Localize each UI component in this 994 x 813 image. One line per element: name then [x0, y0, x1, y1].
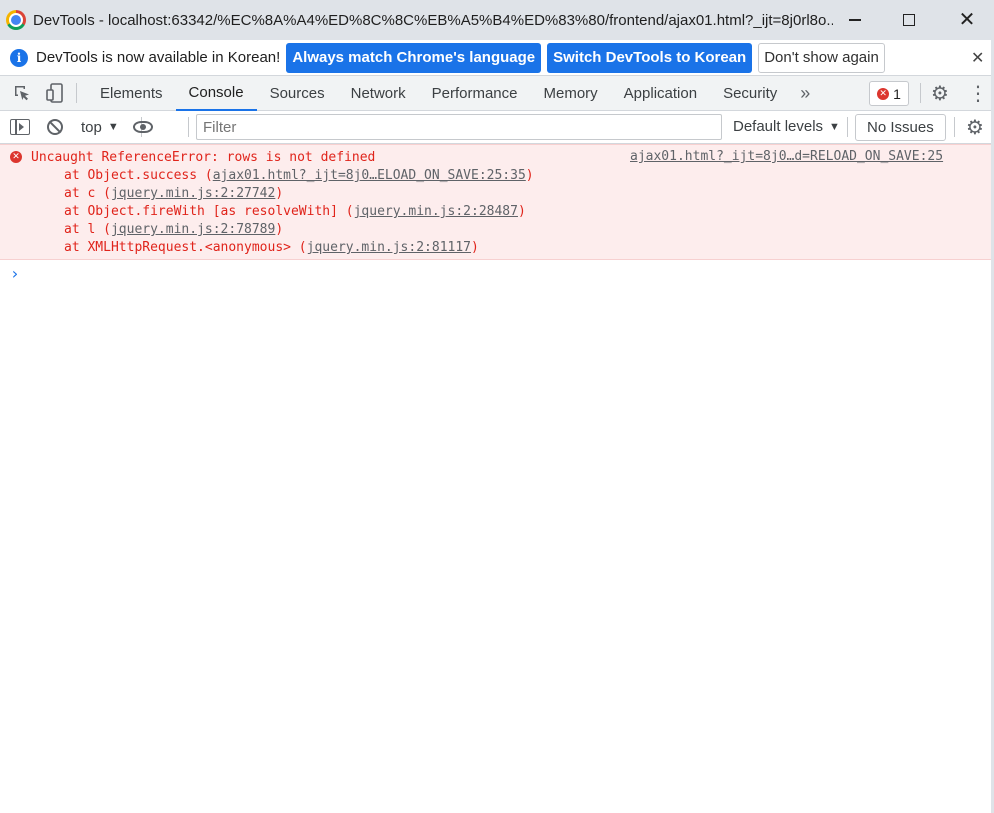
console-prompt-icon[interactable]: › [10, 264, 20, 283]
chrome-logo-icon [6, 10, 26, 30]
stack-frame-link[interactable]: jquery.min.js:2:81117 [307, 240, 471, 255]
stack-frame-text: ) [517, 204, 526, 219]
window-titlebar: DevTools - localhost:63342/%EC%8A%A4%ED%… [0, 0, 994, 40]
stack-frame-text: ) [525, 168, 534, 183]
dont-show-again-button[interactable]: Don't show again [758, 42, 885, 73]
settings-gear-icon[interactable]: ⚙ [931, 81, 949, 106]
console-toolbar: top ▼ Default levels ▼ No Issues ⚙ [0, 111, 994, 144]
stack-frame: at XMLHttpRequest.<anonymous> (jquery.mi… [0, 239, 994, 257]
stack-frame: at c (jquery.min.js:2:27742) [0, 185, 994, 203]
tab-network[interactable]: Network [338, 76, 419, 111]
stack-frame-link[interactable]: jquery.min.js:2:27742 [111, 186, 275, 201]
stack-frame-text: ) [275, 186, 284, 201]
toolbar-divider [954, 117, 955, 137]
info-icon: i [10, 48, 28, 67]
toolbar-divider [920, 83, 921, 103]
match-language-button[interactable]: Always match Chrome's language [286, 42, 542, 73]
stack-frame-link[interactable]: jquery.min.js:2:28487 [354, 204, 518, 219]
stack-frame-text: at XMLHttpRequest.<anonymous> ( [64, 240, 307, 255]
toolbar-divider [847, 117, 848, 137]
minimize-icon [849, 19, 861, 21]
stack-frame-text: ) [471, 240, 479, 255]
window-title: DevTools - localhost:63342/%EC%8A%A4%ED%… [33, 11, 833, 29]
chevron-down-icon: ▼ [107, 121, 119, 133]
stack-frame: at Object.fireWith [as resolveWith] (jqu… [0, 203, 994, 221]
stack-frame-link[interactable]: ajax01.html?_ijt=8j0…ELOAD_ON_SAVE:25:35 [213, 168, 526, 183]
maximize-icon [903, 14, 915, 26]
chevron-down-icon: ▼ [829, 120, 840, 133]
tab-performance[interactable]: Performance [419, 76, 531, 111]
stack-frame-text: at Object.fireWith [as resolveWith] ( [64, 204, 354, 219]
tab-sources[interactable]: Sources [257, 76, 338, 111]
language-infobar: i DevTools is now available in Korean! A… [0, 40, 994, 76]
context-label: top [81, 118, 102, 136]
more-options-icon[interactable]: ⋮ [968, 81, 988, 106]
maximize-button[interactable] [880, 0, 938, 40]
tab-security[interactable]: Security [710, 76, 790, 111]
error-counter-button[interactable]: ✕ 1 [869, 81, 909, 106]
live-expression-eye-icon[interactable] [132, 121, 153, 133]
error-source-link[interactable]: ajax01.html?_ijt=8j0…d=RELOAD_ON_SAVE:25 [630, 149, 943, 164]
inspect-element-icon[interactable] [11, 82, 33, 104]
stack-frame: at Object.success (ajax01.html?_ijt=8j0…… [0, 167, 994, 185]
infobar-close-icon[interactable]: ✕ [971, 48, 984, 68]
clear-console-icon[interactable] [47, 119, 63, 135]
log-levels-dropdown[interactable]: Default levels ▼ [733, 118, 840, 135]
devtools-tabbar: Elements Console Sources Network Perform… [0, 76, 994, 111]
console-output[interactable]: ✕ Uncaught ReferenceError: rows is not d… [0, 144, 994, 813]
tab-application[interactable]: Application [611, 76, 710, 111]
close-window-button[interactable]: ✕ [938, 0, 994, 40]
switch-korean-button[interactable]: Switch DevTools to Korean [547, 42, 753, 73]
tab-console[interactable]: Console [175, 76, 257, 111]
device-toolbar-icon[interactable] [44, 82, 66, 104]
error-message-block: ✕ Uncaught ReferenceError: rows is not d… [0, 144, 994, 260]
toolbar-divider [76, 83, 77, 103]
tab-memory[interactable]: Memory [531, 76, 611, 111]
tab-elements[interactable]: Elements [87, 76, 176, 111]
stack-frame-text: at l ( [64, 222, 111, 237]
issues-button[interactable]: No Issues [855, 114, 946, 141]
stack-frame: at l (jquery.min.js:2:78789) [0, 221, 994, 239]
error-count: 1 [893, 85, 901, 102]
context-selector[interactable]: top ▼ [81, 119, 119, 136]
more-tabs-icon[interactable]: » [800, 83, 810, 104]
error-icon: ✕ [877, 87, 890, 100]
levels-label: Default levels [733, 118, 824, 135]
toolbar-divider [188, 117, 189, 137]
console-sidebar-icon[interactable] [10, 119, 30, 135]
infobar-message: DevTools is now available in Korean! [36, 49, 281, 66]
minimize-button[interactable] [826, 0, 884, 40]
stack-frame-text: at c ( [64, 186, 111, 201]
filter-input[interactable] [196, 114, 722, 140]
error-icon: ✕ [10, 151, 22, 163]
stack-frame-text: ) [275, 222, 284, 237]
close-icon: ✕ [958, 9, 976, 31]
stack-frame-text: at Object.success ( [64, 168, 213, 183]
console-settings-gear-icon[interactable]: ⚙ [966, 115, 984, 140]
stack-frame-link[interactable]: jquery.min.js:2:78789 [111, 222, 275, 237]
